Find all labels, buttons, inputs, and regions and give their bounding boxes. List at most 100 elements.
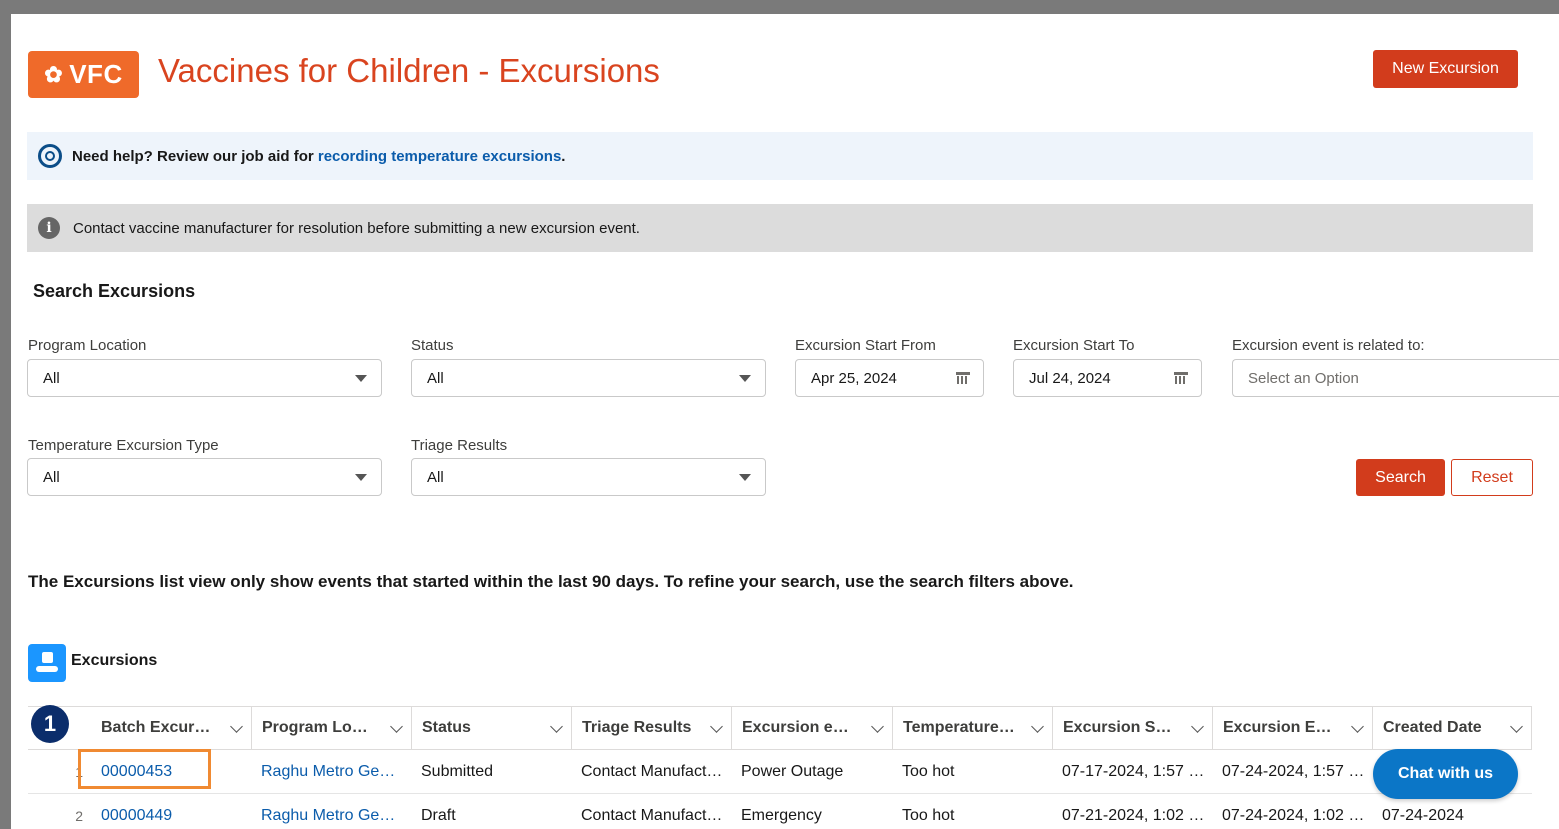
batch-number-link[interactable]: 00000449 xyxy=(101,807,172,825)
chevron-down-icon[interactable] xyxy=(871,720,884,733)
triage-label: Triage Results xyxy=(411,437,508,454)
start-from-value: Apr 25, 2024 xyxy=(811,369,897,387)
event-cell: Emergency xyxy=(741,806,822,824)
related-to-placeholder: Select an Option xyxy=(1248,369,1359,387)
column-header-status[interactable]: Status xyxy=(411,707,571,749)
caret-down-icon xyxy=(739,474,751,481)
logo-text: VFC xyxy=(69,59,123,89)
calendar-icon[interactable] xyxy=(1174,371,1188,385)
temp-type-value: All xyxy=(43,468,60,486)
batch-number-link[interactable]: 00000453 xyxy=(101,763,172,781)
program-location-value: All xyxy=(43,369,60,387)
program-location-link[interactable]: Raghu Metro Ge… xyxy=(261,807,395,825)
reset-button[interactable]: Reset xyxy=(1451,459,1533,496)
end-cell: 07-24-2024, 1:57 … xyxy=(1222,762,1365,780)
help-suffix: . xyxy=(561,147,566,165)
triage-cell: Contact Manufact… xyxy=(581,762,723,780)
temp-type-select[interactable]: All xyxy=(27,458,382,496)
temperature-cell: Too hot xyxy=(902,762,955,780)
chevron-down-icon[interactable] xyxy=(1510,720,1523,733)
end-cell: 07-24-2024, 1:02 … xyxy=(1222,806,1365,824)
excursions-table: Batch Excur… Program Lo… Status Triage R… xyxy=(28,706,1532,829)
info-text: Contact vaccine manufacturer for resolut… xyxy=(73,219,640,237)
table-header: Batch Excur… Program Lo… Status Triage R… xyxy=(28,706,1532,750)
program-location-link[interactable]: Raghu Metro Ge… xyxy=(261,763,395,781)
caret-down-icon xyxy=(355,474,367,481)
start-to-value: Jul 24, 2024 xyxy=(1029,369,1111,387)
start-cell: 07-17-2024, 1:57 … xyxy=(1062,762,1205,780)
chevron-down-icon[interactable] xyxy=(550,720,563,733)
column-label: Excursion E… xyxy=(1223,719,1332,736)
vfc-logo: ✿ VFC xyxy=(28,51,139,98)
step-badge: 1 xyxy=(31,705,69,743)
temperature-cell: Too hot xyxy=(902,806,955,824)
help-banner: Need help? Review our job aid for record… xyxy=(27,132,1533,180)
program-location-label: Program Location xyxy=(28,337,147,354)
column-label: Temperature… xyxy=(903,719,1015,736)
column-header-event[interactable]: Excursion e… xyxy=(731,707,892,749)
help-text: Need help? Review our job aid for record… xyxy=(72,148,565,165)
lifebuoy-icon xyxy=(38,144,62,168)
status-cell: Submitted xyxy=(421,762,494,780)
table-row: 2 00000449 Raghu Metro Ge… Draft Contact… xyxy=(28,794,1532,829)
column-label: Batch Excur… xyxy=(101,719,211,736)
search-section-title: Search Excursions xyxy=(33,281,196,301)
status-label: Status xyxy=(411,337,454,354)
status-select[interactable]: All xyxy=(411,359,766,397)
chevron-down-icon[interactable] xyxy=(230,720,243,733)
page-title: Vaccines for Children - Excursions xyxy=(158,52,660,89)
help-prefix: Need help? Review our job aid for xyxy=(72,147,318,165)
start-from-label: Excursion Start From xyxy=(795,337,936,354)
chevron-down-icon[interactable] xyxy=(710,720,723,733)
table-row: 1 00000453 Raghu Metro Ge… Submitted Con… xyxy=(28,750,1532,794)
column-label: Excursion S… xyxy=(1063,719,1172,736)
column-header-batch[interactable]: Batch Excur… xyxy=(91,707,251,749)
column-header-end[interactable]: Excursion E… xyxy=(1212,707,1372,749)
start-to-date-input[interactable]: Jul 24, 2024 xyxy=(1013,359,1202,397)
column-header-start[interactable]: Excursion S… xyxy=(1052,707,1212,749)
column-label: Triage Results xyxy=(582,719,692,736)
status-value: All xyxy=(427,369,444,387)
job-aid-link[interactable]: recording temperature excursions xyxy=(318,148,561,165)
column-label: Excursion e… xyxy=(742,719,849,736)
chat-with-us-button[interactable]: Chat with us xyxy=(1373,749,1518,799)
column-label: Program Lo… xyxy=(262,719,368,736)
start-from-date-input[interactable]: Apr 25, 2024 xyxy=(795,359,984,397)
program-location-select[interactable]: All xyxy=(27,359,382,397)
excursions-list-icon xyxy=(28,644,66,682)
row-number: 1 xyxy=(75,763,83,780)
event-cell: Power Outage xyxy=(741,762,844,780)
info-banner: i Contact vaccine manufacturer for resol… xyxy=(27,204,1533,252)
column-header-program-location[interactable]: Program Lo… xyxy=(251,707,411,749)
related-to-label: Excursion event is related to: xyxy=(1232,337,1425,354)
chevron-down-icon[interactable] xyxy=(1351,720,1364,733)
temp-type-label: Temperature Excursion Type xyxy=(28,437,219,454)
column-header-temperature[interactable]: Temperature… xyxy=(892,707,1052,749)
search-button[interactable]: Search xyxy=(1356,459,1445,496)
page: ✿ VFC Vaccines for Children - Excursions… xyxy=(11,14,1559,829)
chevron-down-icon[interactable] xyxy=(1031,720,1044,733)
triage-cell: Contact Manufact… xyxy=(581,806,723,824)
triage-select[interactable]: All xyxy=(411,458,766,496)
row-number: 2 xyxy=(75,807,83,824)
chevron-down-icon[interactable] xyxy=(1191,720,1204,733)
list-view-notice: The Excursions list view only show event… xyxy=(28,572,1074,591)
created-cell: 07-24-2024 xyxy=(1382,806,1464,824)
new-excursion-button[interactable]: New Excursion xyxy=(1373,50,1518,88)
triage-value: All xyxy=(427,468,444,486)
info-icon: i xyxy=(38,217,60,239)
column-header-triage[interactable]: Triage Results xyxy=(571,707,731,749)
column-header-created[interactable]: Created Date xyxy=(1372,707,1532,749)
start-to-label: Excursion Start To xyxy=(1013,337,1135,354)
status-cell: Draft xyxy=(421,806,456,824)
chevron-down-icon[interactable] xyxy=(390,720,403,733)
list-title: Excursions xyxy=(71,652,158,669)
column-label: Status xyxy=(422,719,471,736)
related-to-combobox[interactable]: Select an Option xyxy=(1232,359,1559,397)
calendar-icon[interactable] xyxy=(956,371,970,385)
start-cell: 07-21-2024, 1:02 … xyxy=(1062,806,1205,824)
flower-icon: ✿ xyxy=(44,61,64,87)
caret-down-icon xyxy=(739,375,751,382)
caret-down-icon xyxy=(355,375,367,382)
column-label: Created Date xyxy=(1383,719,1482,736)
